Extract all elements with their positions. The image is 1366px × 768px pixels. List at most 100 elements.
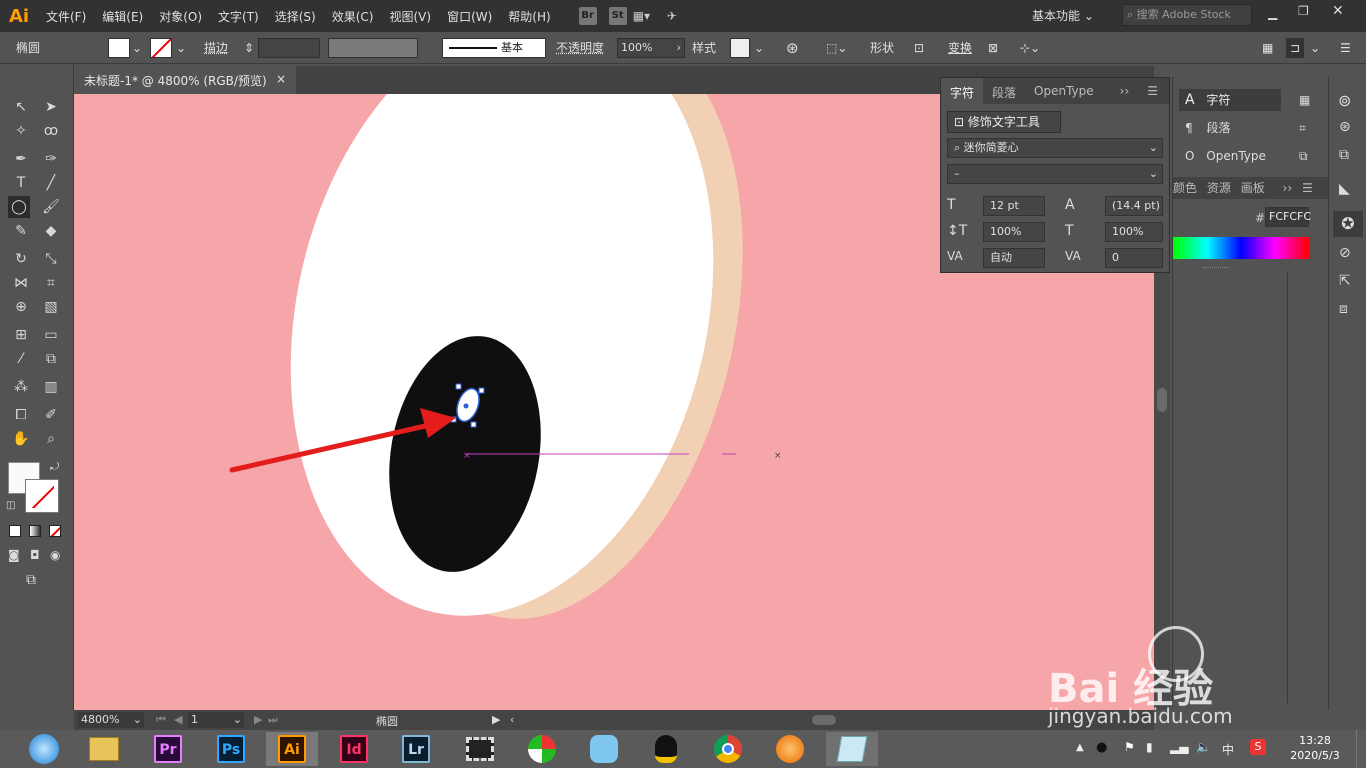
perspective-grid-tool-icon[interactable]: ▧	[40, 296, 62, 318]
stroke-weight-field[interactable]	[258, 38, 320, 58]
brush-definition[interactable]: 基本	[442, 38, 546, 58]
stock-search[interactable]: ⌕ 搜索 Adobe Stock	[1122, 4, 1252, 26]
stroke-swatch[interactable]	[150, 38, 172, 58]
libraries-icon[interactable]: ▦	[1299, 93, 1310, 107]
chevron-down-icon[interactable]: ⌄	[132, 38, 142, 58]
scale-tool-icon[interactable]: ⤡	[40, 248, 62, 270]
column-graph-tool-icon[interactable]: ▥	[40, 376, 62, 398]
none-mode-button[interactable]	[49, 525, 61, 537]
isolate-icon[interactable]: ⊠	[988, 38, 998, 58]
layers-icon[interactable]: ⧉	[1339, 147, 1349, 163]
stroke-label[interactable]: 描边	[204, 38, 228, 58]
shaper-tool-icon[interactable]: ✎	[10, 220, 32, 242]
menu-help[interactable]: 帮助(H)	[500, 8, 558, 25]
panel-menu-icon[interactable]: ☰	[1138, 78, 1167, 104]
transform-label[interactable]: 变换	[948, 38, 972, 58]
taskbar-video-editor[interactable]	[454, 732, 506, 766]
chevron-down-icon[interactable]: ⌄	[754, 38, 764, 58]
tab-color[interactable]: 颜色	[1173, 181, 1197, 195]
scrollbar-thumb[interactable]	[812, 715, 836, 725]
font-family-field[interactable]: ⌕ 迷你简菱心 ⌄	[947, 138, 1163, 158]
last-artboard-icon[interactable]: ⏭	[268, 713, 278, 727]
fill-swatch[interactable]	[108, 38, 130, 58]
chevron-down-icon[interactable]: ⌄	[1310, 38, 1320, 58]
stroke-color-swatch[interactable]	[25, 479, 59, 513]
pen-tool-icon[interactable]: ✒	[10, 148, 32, 170]
menu-view[interactable]: 视图(V)	[381, 8, 439, 25]
close-icon[interactable]: ×	[276, 72, 286, 86]
taskbar-indesign[interactable]: Id	[328, 732, 380, 766]
gpu-performance-icon[interactable]: ✈	[667, 9, 693, 23]
recolor-icon[interactable]: ⊛	[786, 38, 799, 58]
puppet-warp-icon[interactable]: ⊹⌄	[1020, 38, 1040, 58]
tab-paragraph[interactable]: 段落	[983, 78, 1025, 104]
status-menu-icon[interactable]: ▶	[492, 713, 500, 726]
tracking-field[interactable]: 0	[1105, 248, 1163, 268]
color-mode-button[interactable]	[9, 525, 21, 537]
menu-icon[interactable]: ☰	[1340, 38, 1351, 58]
draw-behind-icon[interactable]: ◘	[30, 548, 40, 562]
eraser-tool-icon[interactable]: ◆	[40, 220, 62, 242]
panel-menu-icon[interactable]: ⊐	[1286, 38, 1305, 58]
pathfinder-icon[interactable]: ⧉	[1299, 149, 1308, 164]
side-item-opentype[interactable]: O OpenType	[1179, 145, 1281, 167]
menu-select[interactable]: 选择(S)	[267, 8, 324, 25]
swap-colors-icon[interactable]: ⤾	[50, 460, 59, 474]
tab-character[interactable]: 字符	[941, 78, 984, 104]
bridge-button[interactable]: Br	[578, 7, 597, 25]
arrange-panels-icon[interactable]: ▦	[1262, 38, 1273, 58]
scrollbar-thumb[interactable]	[1157, 388, 1167, 412]
tab-opentype[interactable]: OpenType	[1025, 78, 1103, 104]
touch-type-button[interactable]: ⊡ 修饰文字工具	[947, 111, 1061, 133]
opacity-label[interactable]: 不透明度	[556, 38, 604, 58]
side-item-paragraph[interactable]: ¶ 段落	[1179, 117, 1281, 139]
mesh-tool-icon[interactable]: ⊞	[10, 324, 32, 346]
menu-type[interactable]: 文字(T)	[210, 8, 267, 25]
draw-inside-icon[interactable]: ◉	[50, 548, 60, 562]
previous-artboard-icon[interactable]: ◀	[174, 713, 182, 726]
symbol-sprayer-tool-icon[interactable]: ⁂	[10, 376, 32, 398]
taskbar-app-notes[interactable]	[826, 732, 878, 766]
taskbar-explorer[interactable]	[78, 732, 130, 766]
restore-icon[interactable]: ❐	[1298, 4, 1309, 18]
taskbar-app-bird[interactable]	[578, 732, 630, 766]
ellipse-tool-icon[interactable]: ◯	[8, 196, 30, 218]
first-artboard-icon[interactable]: ⏮	[156, 713, 166, 727]
draw-normal-icon[interactable]: ◙	[8, 548, 20, 562]
slice-tool-icon[interactable]: ✐	[40, 404, 62, 426]
selection-tool-icon[interactable]: ↖	[10, 96, 32, 118]
free-transform-tool-icon[interactable]: ⌗	[40, 272, 62, 294]
shape-properties-icon[interactable]: ⊡	[914, 38, 924, 58]
workspace-switcher[interactable]: 基本功能 ⌄	[1032, 7, 1094, 24]
line-tool-icon[interactable]: ╱	[40, 172, 62, 194]
align-icon[interactable]: ⬚⌄	[826, 38, 847, 58]
graphic-style-swatch[interactable]	[730, 38, 750, 58]
links-icon[interactable]: ⊘	[1339, 245, 1351, 261]
kerning-field[interactable]: 自动	[983, 248, 1045, 268]
curvature-tool-icon[interactable]: ✑	[40, 148, 62, 170]
variable-width-profile[interactable]	[328, 38, 418, 58]
start-button[interactable]	[18, 732, 70, 766]
magic-wand-tool-icon[interactable]: ✧	[10, 120, 32, 142]
vertical-scale-field[interactable]: 100%	[983, 222, 1045, 242]
properties-icon[interactable]: ⊛	[1339, 119, 1351, 135]
minimize-icon[interactable]: ▁	[1268, 6, 1277, 20]
zoom-field[interactable]: 4800% ⌄	[78, 712, 144, 728]
zoom-tool-icon[interactable]: ⌕	[40, 428, 62, 450]
horizontal-scale-field[interactable]: 100%	[1105, 222, 1163, 242]
side-item-character[interactable]: A 字符	[1179, 89, 1281, 111]
taskbar-illustrator[interactable]: Ai	[266, 732, 318, 766]
taskbar-photoshop[interactable]: Ps	[205, 732, 257, 766]
tab-assets[interactable]: 资源	[1207, 181, 1231, 195]
shape-label[interactable]: 形状	[870, 38, 894, 58]
panel-menu-icon[interactable]: ☰	[1302, 181, 1313, 195]
font-size-field[interactable]: 12 pt	[983, 196, 1045, 216]
expand-icon[interactable]: ››	[1111, 78, 1139, 104]
gradient-mode-button[interactable]	[29, 525, 41, 537]
menu-file[interactable]: 文件(F)	[38, 8, 94, 25]
transform-icon[interactable]: ⌗	[1299, 121, 1306, 136]
opacity-field[interactable]: 100% ›	[617, 38, 685, 58]
blend-tool-icon[interactable]: ⧉	[40, 348, 62, 370]
close-icon[interactable]: ✕	[1332, 3, 1344, 19]
next-artboard-icon[interactable]: ▶	[254, 713, 262, 726]
